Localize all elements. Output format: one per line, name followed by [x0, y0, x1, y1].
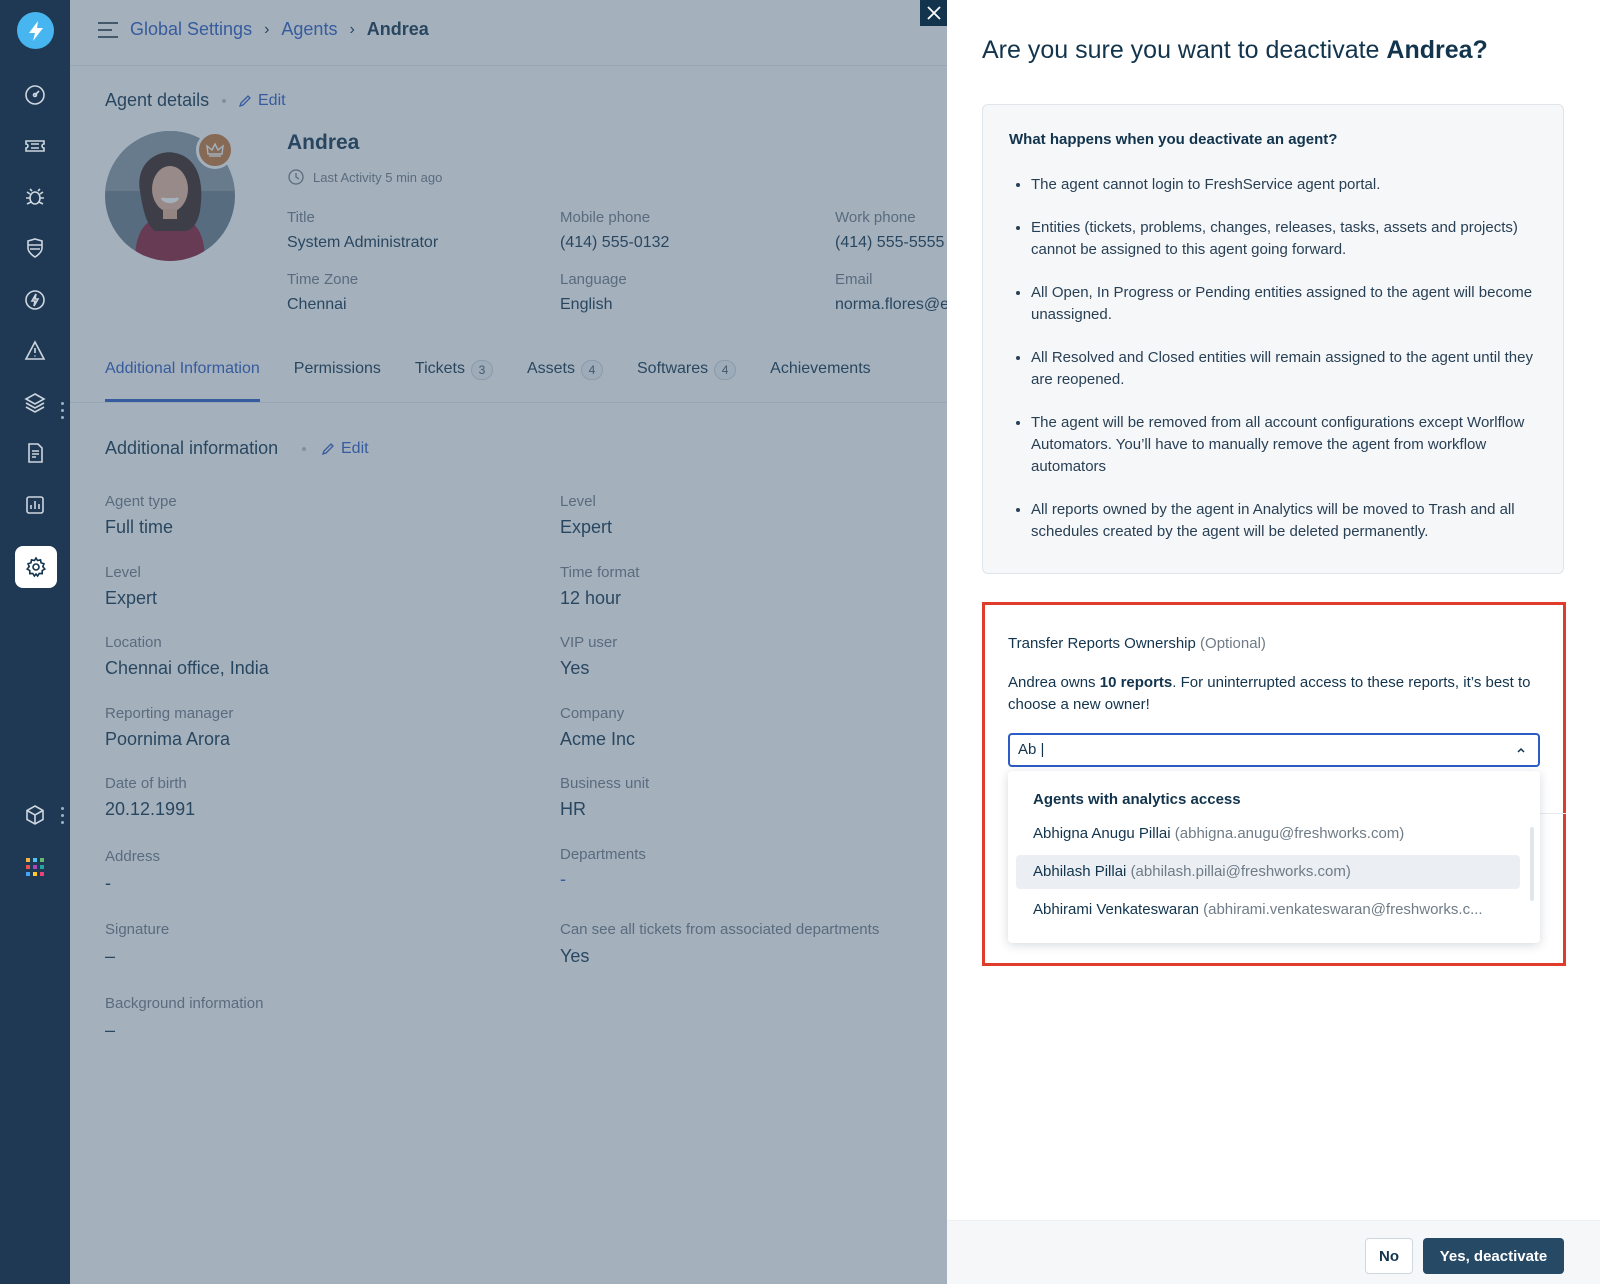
dropdown-option-highlighted[interactable]: Abhilash Pillai (abhilash.pillai@freshwo…	[1016, 855, 1520, 889]
list-item: The agent cannot login to FreshService a…	[1031, 174, 1537, 196]
transfer-title: Transfer Reports Ownership (Optional)	[1008, 635, 1266, 652]
divider	[1540, 813, 1566, 814]
transfer-description: Andrea owns 10 reports. For uninterrupte…	[1008, 672, 1538, 716]
option-email: (abhirami.venkateswaran@freshworks.c...	[1203, 901, 1483, 918]
option-name: Abhilash Pillai	[1033, 863, 1127, 880]
yes-deactivate-button[interactable]: Yes, deactivate	[1423, 1238, 1564, 1274]
dropdown-scrollbar[interactable]	[1530, 827, 1534, 901]
optional-tag: (Optional)	[1200, 635, 1266, 652]
desc-prefix: Andrea owns	[1008, 674, 1100, 691]
search-input-value: Ab |	[1018, 741, 1045, 758]
option-name: Abhigna Anugu Pillai	[1033, 825, 1171, 842]
layers-icon[interactable]	[16, 383, 54, 421]
deactivate-agent-drawer: Are you sure you want to deactivate Andr…	[947, 0, 1600, 1284]
shield-icon[interactable]	[16, 229, 54, 267]
alert-icon[interactable]	[16, 332, 54, 370]
modal-backdrop[interactable]	[70, 0, 947, 1284]
more-options-icon-2[interactable]	[61, 807, 65, 827]
dialog-title-prefix: Are you sure you want to deactivate	[982, 36, 1387, 64]
drawer-footer: No Yes, deactivate	[947, 1220, 1600, 1284]
info-question: What happens when you deactivate an agen…	[1009, 131, 1338, 148]
left-sidebar	[0, 0, 70, 1284]
option-name: Abhirami Venkateswaran	[1033, 901, 1199, 918]
transfer-title-text: Transfer Reports Ownership	[1008, 635, 1196, 652]
option-email: (abhilash.pillai@freshworks.com)	[1130, 863, 1351, 880]
logo-bolt-icon[interactable]	[17, 12, 54, 49]
transfer-ownership-section: Transfer Reports Ownership (Optional) An…	[982, 602, 1566, 966]
document-icon[interactable]	[16, 434, 54, 472]
dialog-title-name: Andrea?	[1386, 36, 1488, 64]
info-list: The agent cannot login to FreshService a…	[1009, 174, 1537, 543]
cube-icon[interactable]	[16, 796, 54, 834]
ticket-icon[interactable]	[16, 127, 54, 165]
list-item: Entities (tickets, problems, changes, re…	[1031, 217, 1537, 261]
list-item: The agent will be removed from all accou…	[1031, 412, 1537, 478]
close-icon	[926, 6, 941, 20]
deactivation-info-box: What happens when you deactivate an agen…	[982, 104, 1564, 574]
dropdown-option[interactable]: Abhigna Anugu Pillai (abhigna.anugu@fres…	[1016, 817, 1520, 851]
list-item: All Resolved and Closed entities will re…	[1031, 347, 1537, 391]
no-button[interactable]: No	[1365, 1238, 1413, 1274]
owner-dropdown: Agents with analytics access Abhigna Anu…	[1008, 771, 1540, 943]
bug-icon[interactable]	[16, 178, 54, 216]
analytics-icon[interactable]	[16, 486, 54, 524]
list-item: All reports owned by the agent in Analyt…	[1031, 499, 1537, 543]
chevron-up-icon[interactable]	[1516, 745, 1526, 755]
close-drawer-button[interactable]	[920, 0, 947, 26]
dropdown-option[interactable]: Abhirami Venkateswaran (abhirami.venkate…	[1016, 893, 1520, 927]
more-options-icon[interactable]	[61, 402, 65, 422]
apps-grid-icon[interactable]	[16, 848, 54, 886]
dialog-title: Are you sure you want to deactivate Andr…	[982, 36, 1488, 65]
dashboard-icon[interactable]	[16, 76, 54, 114]
desc-report-count: 10 reports	[1099, 674, 1173, 691]
list-item: All Open, In Progress or Pending entitie…	[1031, 282, 1537, 326]
bolt-icon[interactable]	[16, 281, 54, 319]
dropdown-group-heading: Agents with analytics access	[1033, 791, 1241, 808]
new-owner-search-input[interactable]: Ab |	[1008, 733, 1540, 767]
option-email: (abhigna.anugu@freshworks.com)	[1174, 825, 1405, 842]
settings-icon[interactable]	[15, 546, 57, 588]
